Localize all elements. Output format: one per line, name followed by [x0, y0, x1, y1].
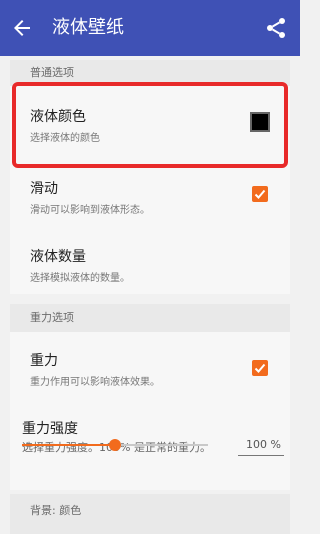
- liquid-count-title: 液体数量: [30, 249, 86, 265]
- share-button[interactable]: [264, 16, 288, 40]
- value-underline: [238, 455, 284, 456]
- arrow-back-icon: [14, 20, 30, 36]
- section-label-general: 普通选项: [30, 66, 74, 79]
- gravity-row[interactable]: 重力 重力作用可以影响液体效果。: [10, 340, 290, 396]
- gravity-subtitle: 重力作用可以影响液体效果。: [30, 377, 160, 388]
- highlight-box: [12, 82, 288, 168]
- gravity-title: 重力: [30, 353, 58, 369]
- gravity-strength-title: 重力强度: [22, 421, 78, 437]
- slider-thumb[interactable]: [109, 439, 121, 451]
- check-icon: [254, 189, 266, 199]
- share-icon: [267, 18, 285, 38]
- slider-fill: [22, 444, 115, 446]
- slide-row[interactable]: 滑动 滑动可以影响到液体形态。: [10, 168, 290, 226]
- gravity-strength-value: 100 %: [246, 438, 281, 451]
- page-title: 液体壁纸: [52, 17, 124, 38]
- check-icon: [254, 363, 266, 373]
- gravity-strength-slider[interactable]: [22, 439, 208, 451]
- gravity-checkbox[interactable]: [252, 360, 268, 376]
- section-label-gravity: 重力选项: [30, 311, 74, 324]
- section-header-gravity: 重力选项: [10, 304, 290, 332]
- slide-subtitle: 滑动可以影响到液体形态。: [30, 205, 150, 216]
- back-button[interactable]: [10, 16, 34, 40]
- slide-title: 滑动: [30, 181, 58, 197]
- section-label-background: 背景: 颜色: [30, 504, 82, 517]
- liquid-count-subtitle: 选择模拟液体的数量。: [30, 273, 130, 284]
- section-header-background: 背景: 颜色: [10, 494, 290, 534]
- app-bar: 液体壁纸: [0, 0, 300, 56]
- liquid-count-row[interactable]: 液体数量 选择模拟液体的数量。: [10, 232, 290, 294]
- slide-checkbox[interactable]: [252, 186, 268, 202]
